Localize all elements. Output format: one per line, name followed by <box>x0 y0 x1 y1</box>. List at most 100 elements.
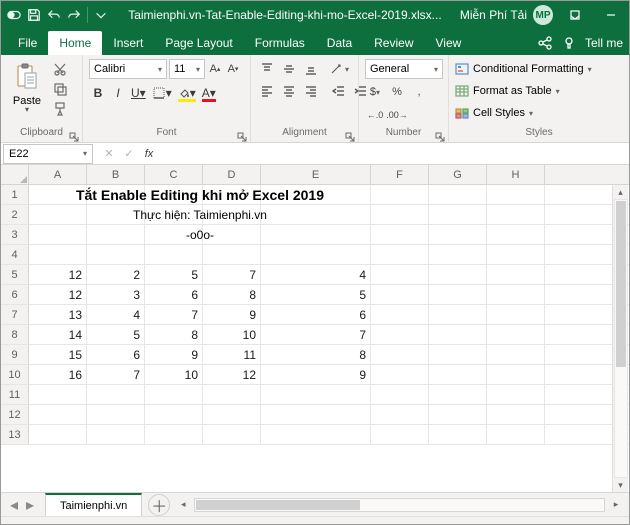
tab-page-layout[interactable]: Page Layout <box>154 31 243 55</box>
cell[interactable] <box>29 405 87 424</box>
cell[interactable]: 3 <box>87 285 145 304</box>
cell[interactable]: 8 <box>261 345 371 364</box>
tab-home[interactable]: Home <box>48 31 102 55</box>
increase-decimal-button[interactable]: ←.0 <box>365 105 385 125</box>
cell-styles-button[interactable]: Cell Styles▾ <box>455 103 592 123</box>
cell[interactable]: 6 <box>145 285 203 304</box>
scroll-left-icon[interactable]: ◂ <box>176 498 190 512</box>
font-size-select[interactable]: 11▾ <box>169 59 205 79</box>
minimize-icon[interactable] <box>593 1 629 29</box>
comma-format-button[interactable]: , <box>409 82 429 102</box>
redo-icon[interactable] <box>65 6 83 24</box>
row-header[interactable]: 5 <box>1 265 29 284</box>
accounting-format-button[interactable]: $▾ <box>365 82 385 102</box>
number-dialog-launcher-icon[interactable] <box>435 129 445 139</box>
cell[interactable]: 8 <box>203 285 261 304</box>
cell[interactable] <box>429 245 487 264</box>
row-header[interactable]: 1 <box>1 185 29 204</box>
cell[interactable] <box>87 245 145 264</box>
autosave-toggle-icon[interactable] <box>5 6 23 24</box>
cell[interactable]: 2 <box>87 265 145 284</box>
decrease-indent-icon[interactable] <box>329 81 349 101</box>
cell[interactable] <box>487 365 545 384</box>
row-header[interactable]: 9 <box>1 345 29 364</box>
cell[interactable] <box>203 385 261 404</box>
cell[interactable] <box>29 245 87 264</box>
select-all-corner[interactable] <box>1 165 29 184</box>
increase-font-icon[interactable]: A▴ <box>207 59 223 79</box>
cell[interactable] <box>429 265 487 284</box>
align-top-icon[interactable] <box>257 59 277 79</box>
cell[interactable] <box>261 405 371 424</box>
cell[interactable] <box>487 265 545 284</box>
cell[interactable] <box>203 405 261 424</box>
cell[interactable] <box>29 425 87 444</box>
cell[interactable]: 4 <box>87 305 145 324</box>
cell[interactable] <box>487 225 545 244</box>
cell[interactable]: 8 <box>145 325 203 344</box>
sheet-nav-prev-icon[interactable]: ◂ <box>7 498 21 512</box>
row-header[interactable]: 7 <box>1 305 29 324</box>
cell[interactable]: 9 <box>203 305 261 324</box>
format-painter-icon[interactable] <box>51 101 69 117</box>
tell-me-icon[interactable] <box>561 35 577 51</box>
name-box[interactable]: E22▾ <box>3 144 93 164</box>
scroll-right-icon[interactable]: ▸ <box>609 498 623 512</box>
cell[interactable] <box>87 425 145 444</box>
column-header[interactable]: A <box>29 165 87 184</box>
cell[interactable] <box>487 345 545 364</box>
number-format-select[interactable]: General▾ <box>365 59 443 79</box>
cell[interactable] <box>429 385 487 404</box>
cell[interactable] <box>203 245 261 264</box>
fill-color-button[interactable]: ▾ <box>176 83 198 103</box>
cell[interactable]: 5 <box>87 325 145 344</box>
align-center-icon[interactable] <box>279 81 299 101</box>
column-header[interactable]: F <box>371 165 429 184</box>
cell[interactable] <box>261 385 371 404</box>
cell[interactable]: 7 <box>87 365 145 384</box>
row-header[interactable]: 13 <box>1 425 29 444</box>
row-header[interactable]: 4 <box>1 245 29 264</box>
cell[interactable]: 14 <box>29 325 87 344</box>
cell[interactable] <box>371 425 429 444</box>
column-header[interactable]: G <box>429 165 487 184</box>
sheet-tab[interactable]: Taimienphi.vn <box>45 493 142 516</box>
italic-button[interactable]: I <box>109 83 127 103</box>
alignment-dialog-launcher-icon[interactable] <box>345 129 355 139</box>
cell[interactable]: 9 <box>145 345 203 364</box>
cell[interactable] <box>87 405 145 424</box>
share-icon[interactable] <box>537 35 553 51</box>
cell[interactable] <box>371 185 429 204</box>
font-dialog-launcher-icon[interactable] <box>237 129 247 139</box>
row-header[interactable]: 12 <box>1 405 29 424</box>
percent-format-button[interactable]: % <box>387 82 407 102</box>
vertical-scroll-thumb[interactable] <box>616 201 626 367</box>
cell[interactable]: 15 <box>29 345 87 364</box>
cell[interactable] <box>429 425 487 444</box>
cell[interactable] <box>261 425 371 444</box>
tell-me-label[interactable]: Tell me <box>585 36 623 50</box>
cell[interactable] <box>487 385 545 404</box>
column-header[interactable]: D <box>203 165 261 184</box>
align-middle-icon[interactable] <box>279 59 299 79</box>
cut-icon[interactable] <box>51 61 69 77</box>
cell[interactable]: 5 <box>261 285 371 304</box>
cell[interactable] <box>203 425 261 444</box>
cell[interactable]: 12 <box>29 285 87 304</box>
column-header[interactable]: C <box>145 165 203 184</box>
cell[interactable]: 11 <box>203 345 261 364</box>
row-header[interactable]: 11 <box>1 385 29 404</box>
bold-button[interactable]: B <box>89 83 107 103</box>
font-name-select[interactable]: Calibri▾ <box>89 59 167 79</box>
cell[interactable]: 16 <box>29 365 87 384</box>
cell[interactable] <box>371 285 429 304</box>
align-right-icon[interactable] <box>301 81 321 101</box>
cell[interactable] <box>429 325 487 344</box>
column-header[interactable]: H <box>487 165 545 184</box>
cell[interactable]: 6 <box>87 345 145 364</box>
format-as-table-button[interactable]: Format as Table▾ <box>455 81 592 101</box>
cell[interactable] <box>145 425 203 444</box>
column-header[interactable]: E <box>261 165 371 184</box>
cell[interactable]: 9 <box>261 365 371 384</box>
cancel-formula-icon[interactable]: ✕ <box>99 144 119 164</box>
